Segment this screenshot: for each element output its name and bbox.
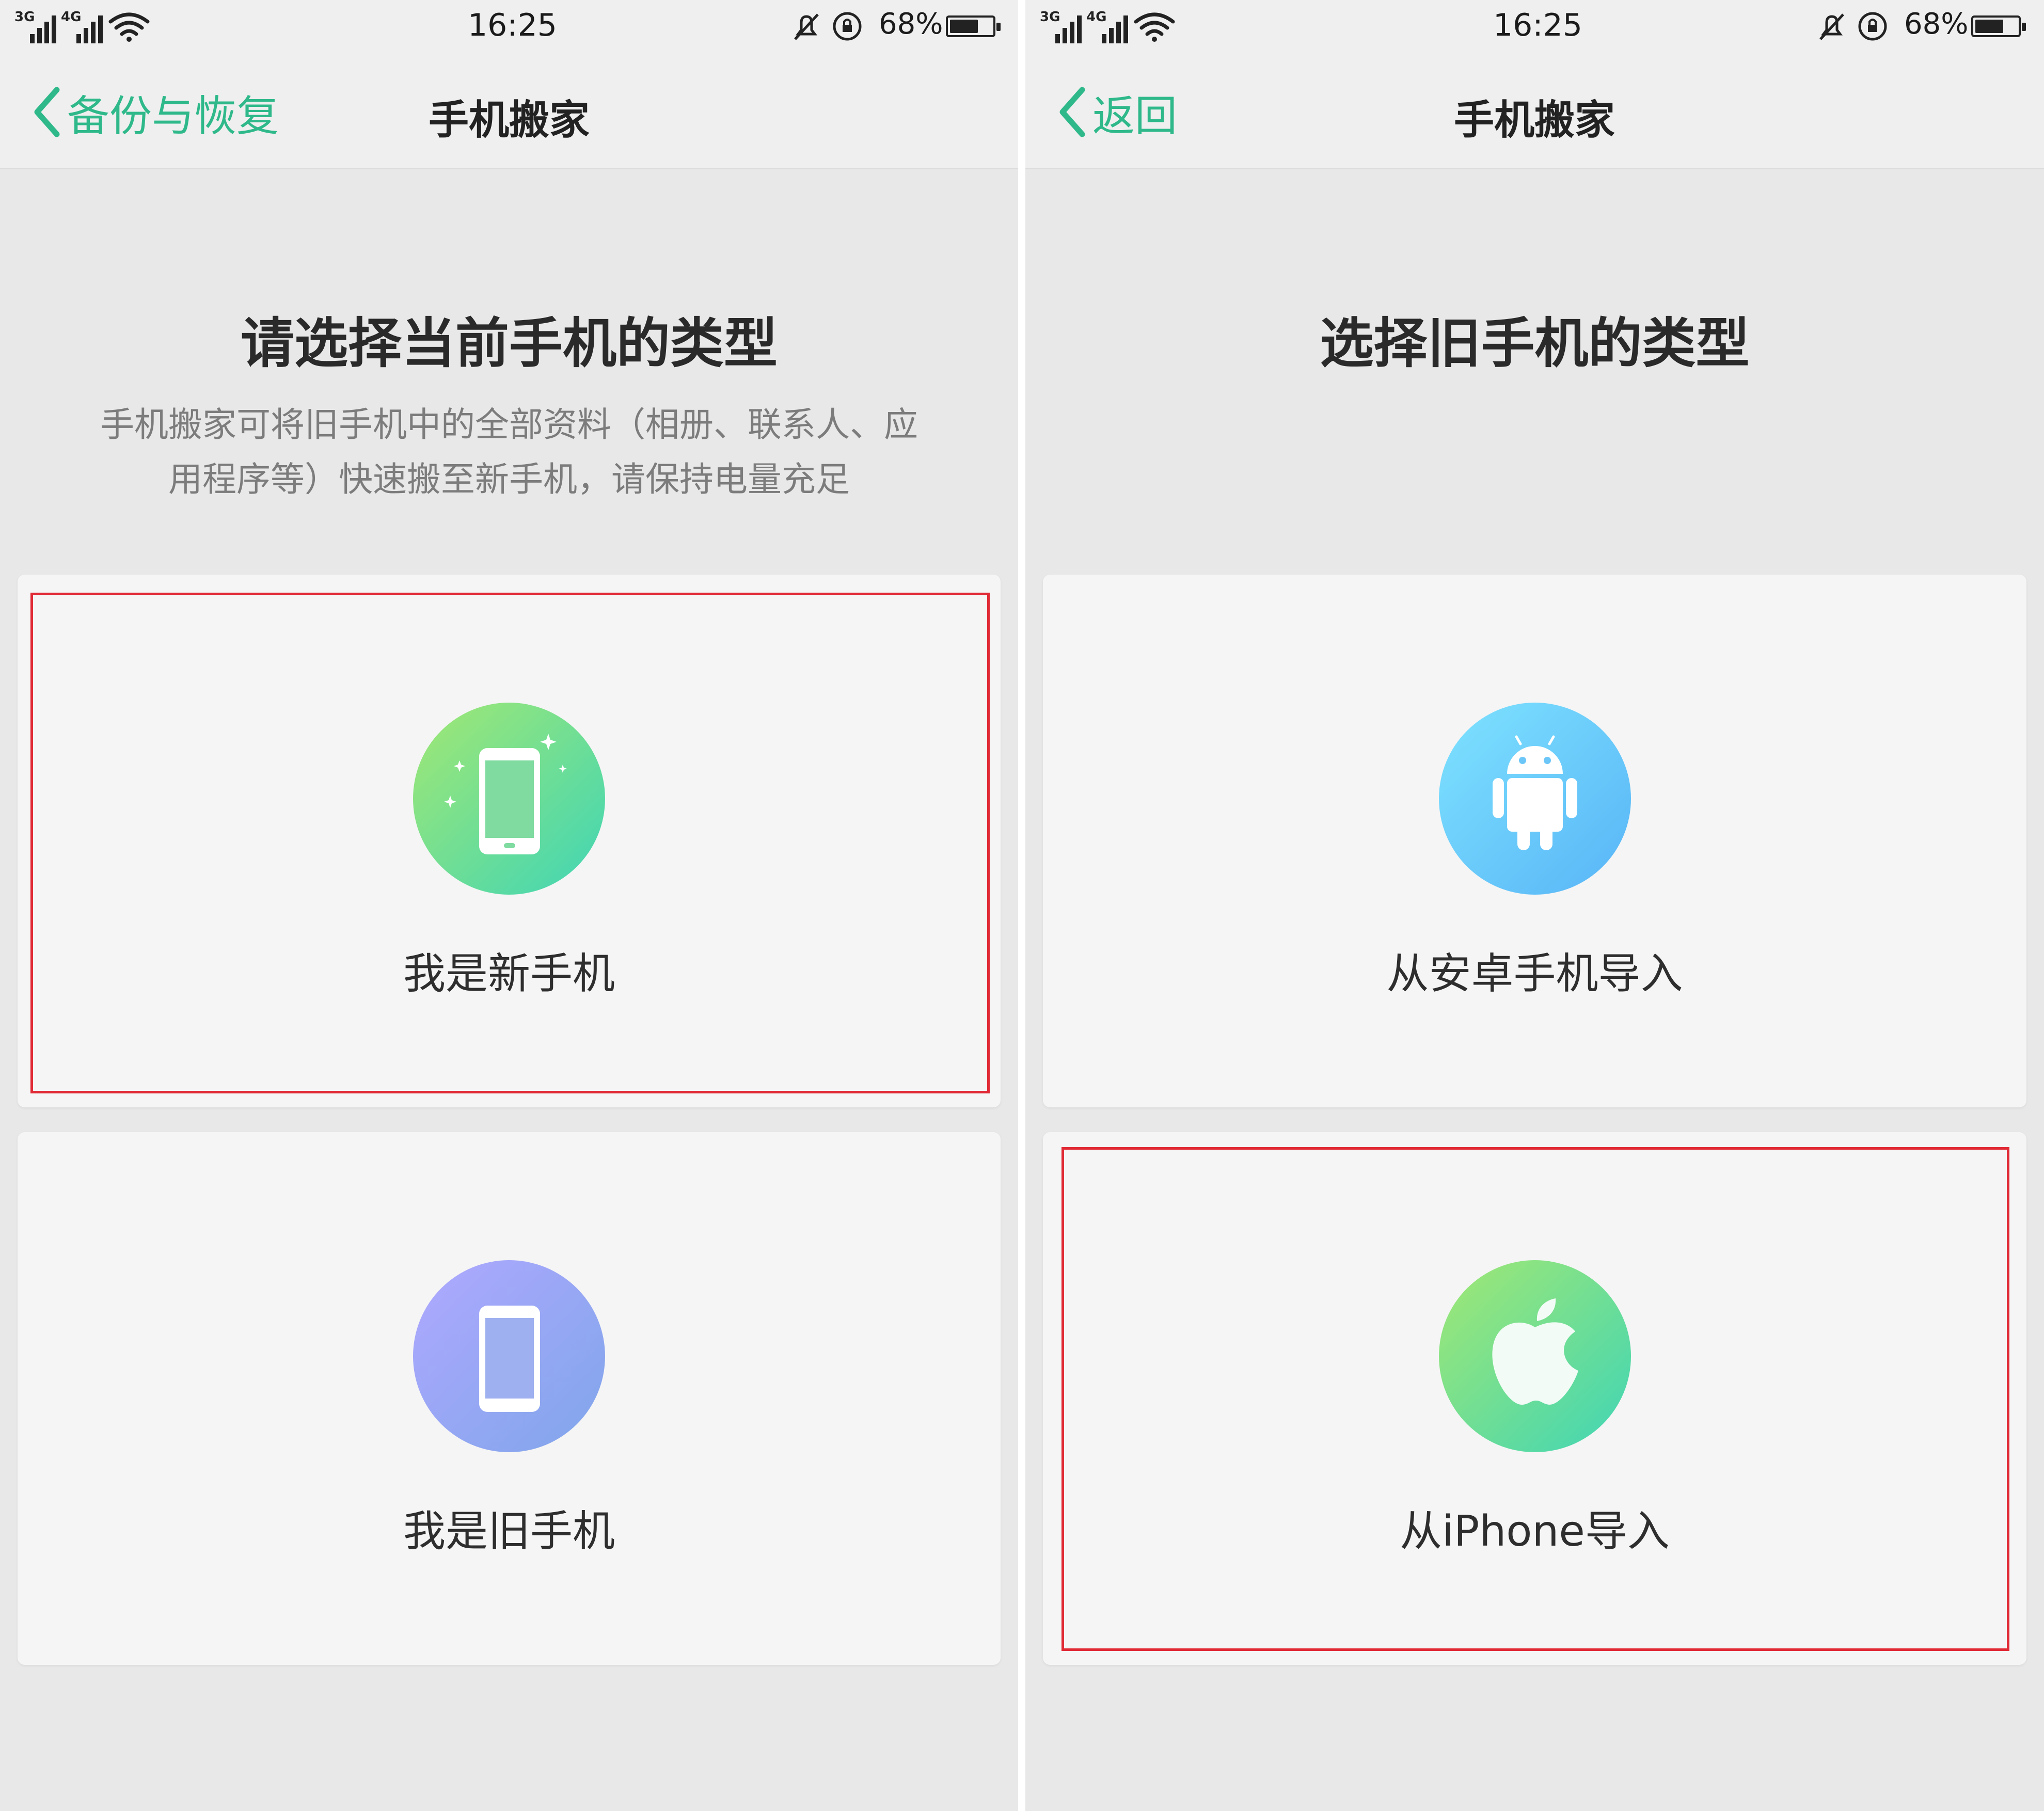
apple-icon <box>1438 1260 1631 1452</box>
status-time: 16:25 <box>468 7 557 43</box>
battery-icon <box>1971 15 2026 37</box>
back-button[interactable]: 备份与恢复 <box>30 78 279 146</box>
nav-bar: 返回 手机搬家 <box>1025 57 2044 169</box>
rotation-lock-icon <box>833 12 862 41</box>
description-line: 用程序等）快速搬至新手机，请保持电量充足 <box>168 459 850 499</box>
back-label: 返回 <box>1092 91 1178 141</box>
option-label: 我是新手机 <box>403 949 615 998</box>
old-phone-icon <box>413 1260 605 1452</box>
option-label: 从iPhone导入 <box>1400 1507 1670 1556</box>
battery-percent: 68% <box>879 7 943 41</box>
section-heading: 选择旧手机的类型 <box>1320 312 1750 375</box>
option-label: 从安卓手机导入 <box>1386 949 1683 998</box>
status-bar: 3G 4G 16:25 68% <box>0 0 1018 57</box>
status-time: 16:25 <box>1493 7 1582 43</box>
option-old-phone[interactable]: 我是旧手机 <box>18 1132 1001 1665</box>
screen-current-phone-type: 3G 4G 16:25 68% 备份与恢复 手机搬家 请选择当前手机的类型 手机… <box>0 0 1018 1811</box>
option-new-phone[interactable]: 我是新手机 <box>18 575 1001 1107</box>
description-line: 手机搬家可将旧手机中的全部资料（相册、联系人、应 <box>100 405 918 444</box>
chevron-left-icon <box>34 87 60 137</box>
back-button[interactable]: 返回 <box>1055 78 1177 146</box>
page-title: 手机搬家 <box>428 97 590 144</box>
screen-old-phone-type: 3G 4G 16:25 68% 返回 手机搬家 选择旧手机的类型 从安卓手机导入… <box>1025 0 2044 1811</box>
battery-percent: 68% <box>1904 7 1969 41</box>
mute-bell-icon <box>1819 13 1844 40</box>
wifi-icon <box>108 12 150 42</box>
chevron-left-icon <box>1059 87 1085 137</box>
new-phone-icon <box>413 703 605 895</box>
battery-icon <box>946 15 1001 37</box>
back-label: 备份与恢复 <box>67 91 279 141</box>
option-import-android[interactable]: 从安卓手机导入 <box>1043 575 2026 1107</box>
page-title: 手机搬家 <box>1453 97 1615 144</box>
mute-bell-icon <box>794 13 819 40</box>
option-import-iphone[interactable]: 从iPhone导入 <box>1043 1132 2026 1665</box>
wifi-icon <box>1134 12 1175 42</box>
status-bar: 3G 4G 16:25 68% <box>1025 0 2044 57</box>
rotation-lock-icon <box>1858 12 1887 41</box>
nav-bar: 备份与恢复 手机搬家 <box>0 57 1018 169</box>
option-label: 我是旧手机 <box>403 1507 615 1556</box>
android-icon <box>1438 703 1631 895</box>
section-heading: 请选择当前手机的类型 <box>240 312 778 375</box>
section-description: 手机搬家可将旧手机中的全部资料（相册、联系人、应 用程序等）快速搬至新手机，请保… <box>62 398 956 507</box>
